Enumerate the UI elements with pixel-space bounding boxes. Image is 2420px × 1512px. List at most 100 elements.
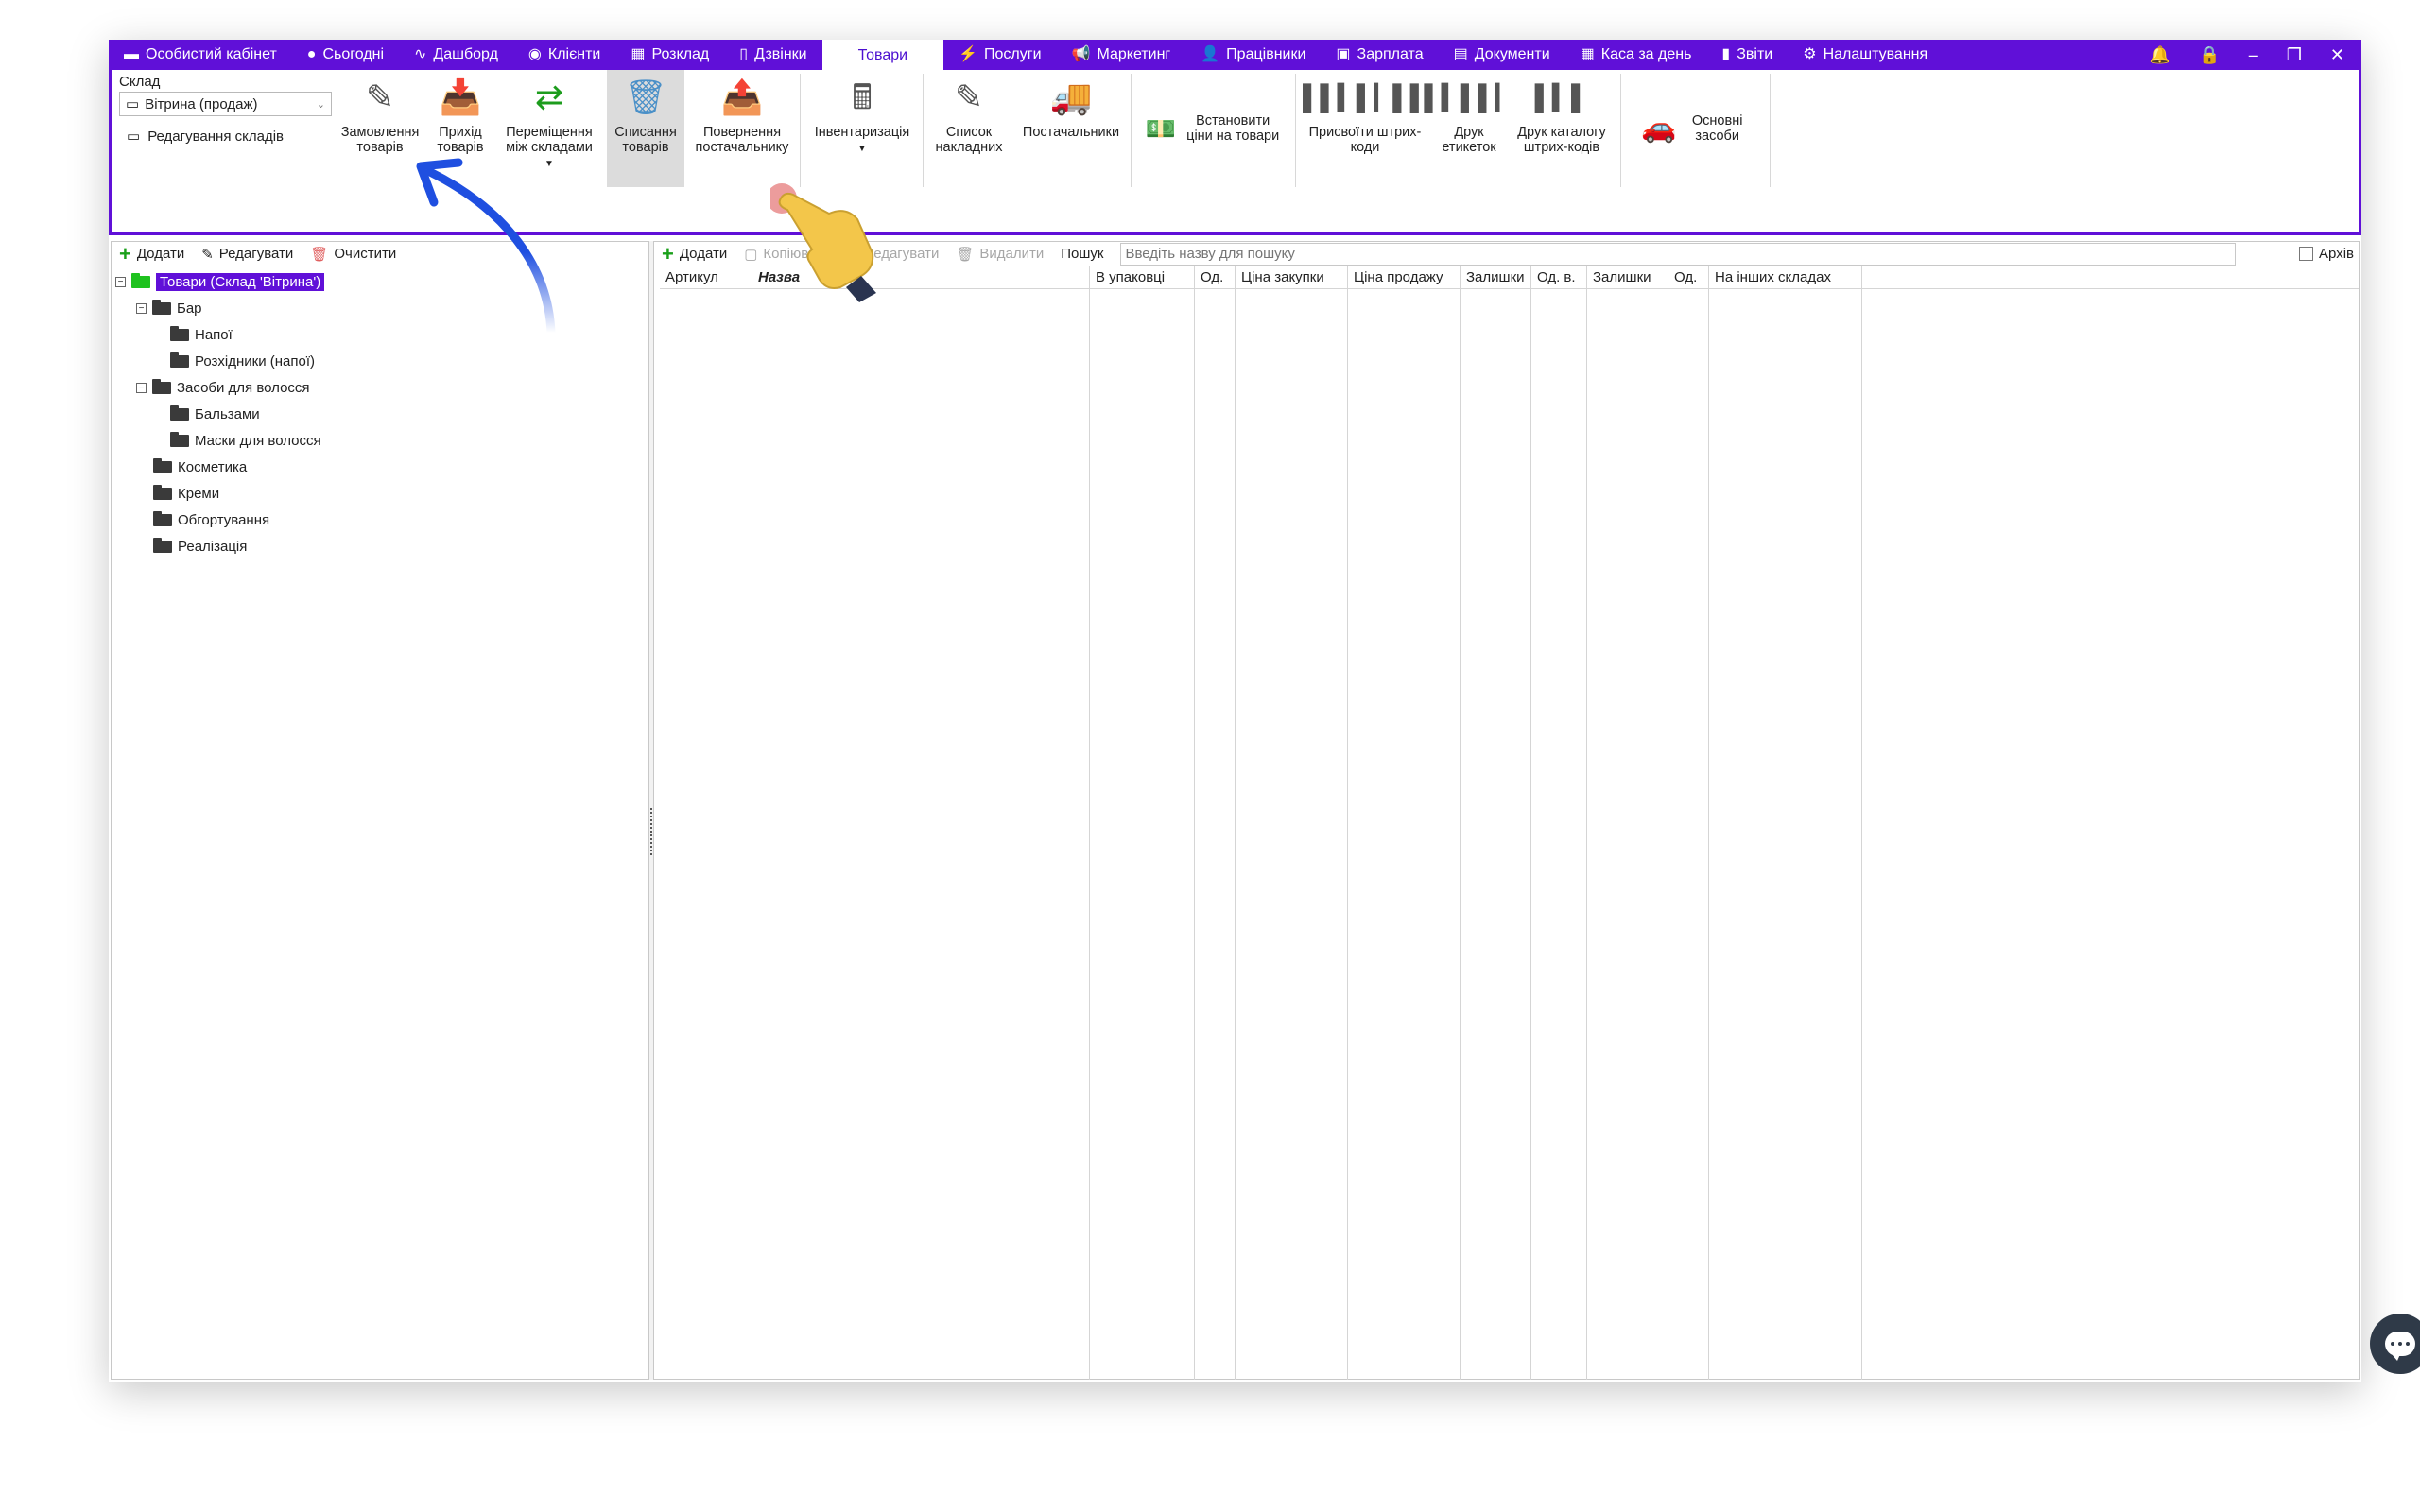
menu-services[interactable]: ⚡ Послуги xyxy=(943,40,1056,70)
ribbon-divider xyxy=(1131,74,1132,187)
barcode-icon: ▌▌▍▌▎▌▌ xyxy=(1302,83,1428,112)
menu-label: Послуги xyxy=(984,46,1042,62)
menu-employees[interactable]: 👤 Працівники xyxy=(1185,40,1321,70)
inbox-download-icon: 📥 xyxy=(439,77,482,116)
tree-node[interactable]: − Засоби для волосся xyxy=(115,374,648,401)
set-prices-label: Встановити ціни на товари xyxy=(1186,113,1280,144)
invoices-list-button[interactable]: ✎ Список накладних xyxy=(926,70,1011,187)
archive-label: Архів xyxy=(2319,246,2354,262)
tree-node-label: Креми xyxy=(178,485,220,502)
print-labels-button[interactable]: ▌▍▌▌▎ Друк етикеток xyxy=(1424,70,1513,187)
menu-cash-day[interactable]: ▦ Каса за день xyxy=(1565,40,1707,70)
menu-dashboard[interactable]: ∿ Дашборд xyxy=(399,40,513,70)
tree-node[interactable]: Косметика xyxy=(115,454,648,480)
tree-node-label: Бальзами xyxy=(195,405,260,422)
menu-clients[interactable]: ◉ Клієнти xyxy=(513,40,615,70)
collapse-icon[interactable]: − xyxy=(136,302,147,314)
tree-node-label: Косметика xyxy=(178,458,248,475)
lock-icon[interactable]: 🔒 xyxy=(2199,45,2220,65)
menu-label: Працівники xyxy=(1226,46,1306,62)
chat-dot xyxy=(2398,1342,2402,1346)
ribbon-divider xyxy=(1620,74,1621,187)
menu-marketing[interactable]: 📢 Маркетинг xyxy=(1057,40,1186,70)
edit-warehouses-label: Редагування складів xyxy=(147,128,284,145)
tree-node[interactable]: Реалізація xyxy=(115,533,648,559)
column-header[interactable]: Назва xyxy=(752,266,1090,1380)
column-header[interactable]: В упаковці xyxy=(1090,266,1195,1380)
archive-toggle[interactable]: Архів xyxy=(2299,246,2354,262)
tree-node[interactable]: Обгортування xyxy=(115,507,648,533)
delete-goods-button[interactable]: 🗑 Видалити xyxy=(956,246,1044,263)
column-header[interactable]: Ціна продажу xyxy=(1348,266,1461,1380)
menu-personal-cabinet[interactable]: ▬ Особистий кабінет xyxy=(109,40,292,70)
add-goods-label: Додати xyxy=(679,246,728,262)
suppliers-label: Постачальники xyxy=(1022,125,1120,140)
edit-warehouses-link[interactable]: ▭ Редагування складів xyxy=(119,128,337,146)
folder-icon xyxy=(153,457,172,473)
add-goods-button[interactable]: + Додати xyxy=(662,243,728,265)
menu-calls[interactable]: ▯ Дзвінки xyxy=(724,40,821,70)
writeoff-goods-label: Списання товарів xyxy=(614,125,677,155)
menu-today[interactable]: ● Сьогодні xyxy=(292,40,399,70)
collapse-icon[interactable]: − xyxy=(136,382,147,393)
copy-icon: ▢ xyxy=(744,246,758,263)
set-prices-button[interactable]: 💵 Встановити ціни на товари xyxy=(1134,70,1291,187)
menu-reports[interactable]: ▮ Звіти xyxy=(1706,40,1788,70)
close-icon[interactable]: ✕ xyxy=(2330,45,2344,65)
bell-icon[interactable]: 🔔 xyxy=(2150,45,2170,65)
warehouse-select[interactable]: ▭ Вітрина (продаж) ⌄ xyxy=(119,92,332,116)
warehouse-label: Склад xyxy=(119,74,161,90)
column-header[interactable]: Од. xyxy=(1195,266,1236,1380)
search-input[interactable] xyxy=(1120,242,2237,266)
pencil-icon: ✎ xyxy=(365,77,395,116)
calendar-icon: ▦ xyxy=(631,46,646,62)
menu-goods[interactable]: Товари xyxy=(821,40,944,72)
menu-label: Маркетинг xyxy=(1097,46,1171,62)
move-goods-label: Переміщення між складами xyxy=(506,125,593,155)
return-supplier-button[interactable]: 📤 Повернення постачальнику xyxy=(690,70,794,187)
menu-schedule[interactable]: ▦ Розклад xyxy=(615,40,724,70)
collapse-icon[interactable]: − xyxy=(115,276,126,287)
tree-node-label: Напої xyxy=(195,326,233,343)
calculator-icon: 🖩 xyxy=(852,77,873,116)
column-header[interactable]: На інших складах xyxy=(1709,266,1862,1380)
assign-barcodes-button[interactable]: ▌▌▍▌▎▌▌ Присвоїти штрих-коди xyxy=(1299,70,1431,187)
menu-settings[interactable]: ⚙ Налаштування xyxy=(1788,40,1943,70)
tree-node[interactable]: Маски для волосся xyxy=(115,427,648,454)
writeoff-goods-button[interactable]: 🗑 Списання товарів xyxy=(607,70,684,187)
menu-label: Зарплата xyxy=(1357,46,1424,62)
tree-node[interactable]: Бальзами xyxy=(115,401,648,427)
tree-node[interactable]: Розхідники (напої) xyxy=(115,348,648,374)
edit-category-button[interactable]: ✎ Редагувати xyxy=(201,246,293,263)
calculator-icon: ▦ xyxy=(1580,46,1595,62)
column-header[interactable]: Залишки xyxy=(1587,266,1668,1380)
suppliers-button[interactable]: 🚚 Постачальники xyxy=(1015,70,1127,187)
folder-icon xyxy=(153,537,172,553)
warehouse-value: Вітрина (продаж) xyxy=(145,95,258,112)
print-catalog-button[interactable]: ▌▍▌ Друк каталогу штрих-кодів xyxy=(1507,70,1616,187)
main-menu-bar: ▬ Особистий кабінет ● Сьогодні ∿ Дашборд ◉ К… xyxy=(109,40,2361,72)
restore-icon[interactable]: ❐ xyxy=(2287,45,2302,65)
warehouse-icon: ▭ xyxy=(126,96,140,112)
inventory-button[interactable]: 🖩 Інвентаризація ▼ xyxy=(806,70,918,187)
trash-icon: 🗑 xyxy=(310,246,329,263)
tree-node[interactable]: Креми xyxy=(115,480,648,507)
column-header[interactable]: Залишки xyxy=(1461,266,1531,1380)
menu-salary[interactable]: ▣ Зарплата xyxy=(1321,40,1438,70)
clear-category-button[interactable]: 🗑 Очистити xyxy=(310,246,396,263)
menu-documents[interactable]: ▤ Документи xyxy=(1439,40,1565,70)
add-category-button[interactable]: + Додати xyxy=(119,243,184,265)
column-header[interactable]: Од. xyxy=(1668,266,1709,1380)
chat-button[interactable] xyxy=(2370,1314,2420,1374)
fixed-assets-button[interactable]: 🚗 Основні засоби xyxy=(1624,70,1766,187)
column-header[interactable]: Артикул xyxy=(660,266,752,1380)
column-header[interactable]: Од. в. xyxy=(1531,266,1587,1380)
tree-node-label: Бар xyxy=(177,300,202,317)
chat-dot xyxy=(2391,1342,2394,1346)
folder-icon xyxy=(170,404,189,421)
archive-checkbox[interactable] xyxy=(2299,247,2314,261)
folder-icon xyxy=(152,378,171,394)
minimize-icon[interactable]: – xyxy=(2249,45,2258,65)
window-controls: 🔔 🔒 – ❐ ✕ xyxy=(2150,45,2361,65)
column-header[interactable]: Ціна закупки xyxy=(1236,266,1348,1380)
